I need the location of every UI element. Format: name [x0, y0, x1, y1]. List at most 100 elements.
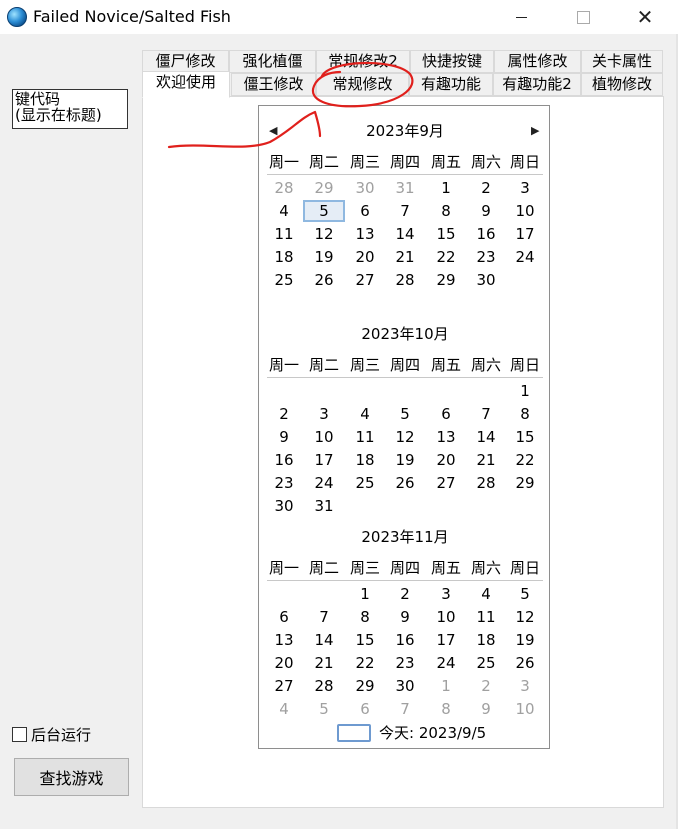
tab-attribute-modify[interactable]: 属性修改: [494, 50, 581, 73]
day-cell[interactable]: 17: [426, 630, 466, 650]
day-cell[interactable]: 21: [304, 653, 344, 673]
day-cell[interactable]: 16: [264, 450, 304, 470]
day-cell[interactable]: 25: [264, 270, 304, 290]
day-cell[interactable]: 3: [505, 178, 545, 198]
day-cell[interactable]: 5: [505, 584, 545, 604]
day-cell[interactable]: 1: [426, 178, 466, 198]
day-cell[interactable]: 11: [264, 224, 304, 244]
day-cell[interactable]: 14: [466, 427, 506, 447]
today-link[interactable]: 今天: 2023/9/5: [337, 722, 486, 743]
tab-general-modify[interactable]: 常规修改: [316, 73, 409, 96]
day-cell[interactable]: 12: [385, 427, 425, 447]
day-cell[interactable]: 13: [345, 224, 385, 244]
day-cell[interactable]: 7: [466, 404, 506, 424]
day-cell[interactable]: 8: [345, 607, 385, 627]
day-cell[interactable]: 6: [264, 607, 304, 627]
day-cell[interactable]: 30: [264, 496, 304, 516]
day-cell[interactable]: 26: [385, 473, 425, 493]
minimize-button[interactable]: [498, 0, 544, 34]
background-run-checkbox[interactable]: [12, 727, 27, 742]
day-cell[interactable]: 4: [345, 404, 385, 424]
tab-plant-modify[interactable]: 植物修改: [581, 73, 663, 96]
day-cell[interactable]: 19: [304, 247, 344, 267]
day-cell[interactable]: 21: [385, 247, 425, 267]
day-cell[interactable]: 29: [304, 178, 344, 198]
day-cell[interactable]: 27: [426, 473, 466, 493]
day-cell[interactable]: 5: [304, 699, 344, 719]
day-cell[interactable]: 9: [385, 607, 425, 627]
tab-fun-features-2[interactable]: 有趣功能2: [493, 73, 581, 96]
day-cell[interactable]: 31: [304, 496, 344, 516]
day-cell[interactable]: 24: [304, 473, 344, 493]
day-cell[interactable]: 16: [385, 630, 425, 650]
day-cell[interactable]: 3: [426, 584, 466, 604]
day-cell[interactable]: 20: [264, 653, 304, 673]
day-cell[interactable]: 3: [304, 404, 344, 424]
day-cell[interactable]: 9: [466, 201, 506, 221]
day-cell[interactable]: 24: [426, 653, 466, 673]
day-cell[interactable]: 10: [426, 607, 466, 627]
day-cell[interactable]: 8: [505, 404, 545, 424]
day-cell[interactable]: 11: [345, 427, 385, 447]
day-cell[interactable]: 23: [466, 247, 506, 267]
day-cell[interactable]: 19: [385, 450, 425, 470]
day-cell[interactable]: 8: [426, 699, 466, 719]
day-cell[interactable]: 28: [466, 473, 506, 493]
tab-level-attributes[interactable]: 关卡属性: [581, 50, 663, 73]
day-cell[interactable]: 18: [466, 630, 506, 650]
tab-enhance-plants-zombies[interactable]: 强化植僵: [229, 50, 316, 73]
day-cell[interactable]: 19: [505, 630, 545, 650]
day-cell[interactable]: 20: [345, 247, 385, 267]
tab-welcome[interactable]: 欢迎使用: [142, 71, 230, 98]
day-cell[interactable]: 24: [505, 247, 545, 267]
maximize-button[interactable]: [560, 0, 606, 34]
day-cell[interactable]: 14: [385, 224, 425, 244]
day-cell[interactable]: 21: [466, 450, 506, 470]
day-cell[interactable]: 18: [345, 450, 385, 470]
day-cell[interactable]: 15: [345, 630, 385, 650]
day-cell[interactable]: 27: [264, 676, 304, 696]
background-run-toggle[interactable]: 后台运行: [12, 724, 91, 745]
day-cell[interactable]: 29: [505, 473, 545, 493]
day-cell[interactable]: 23: [385, 653, 425, 673]
day-cell[interactable]: 25: [466, 653, 506, 673]
hotkey-code-box[interactable]: 键代码 (显示在标题): [12, 89, 128, 129]
day-cell[interactable]: 29: [345, 676, 385, 696]
find-game-button[interactable]: 查找游戏: [14, 758, 129, 796]
day-cell[interactable]: 11: [466, 607, 506, 627]
day-cell[interactable]: 17: [505, 224, 545, 244]
day-cell[interactable]: 23: [264, 473, 304, 493]
day-cell[interactable]: 3: [505, 676, 545, 696]
tab-zombie-modify[interactable]: 僵尸修改: [142, 50, 229, 73]
day-cell[interactable]: 28: [264, 178, 304, 198]
day-cell[interactable]: 30: [466, 270, 506, 290]
day-cell[interactable]: 12: [304, 224, 344, 244]
day-cell[interactable]: 25: [345, 473, 385, 493]
day-cell[interactable]: 9: [466, 699, 506, 719]
day-cell[interactable]: 27: [345, 270, 385, 290]
day-cell[interactable]: 14: [304, 630, 344, 650]
day-cell[interactable]: 2: [466, 676, 506, 696]
day-cell[interactable]: 10: [505, 699, 545, 719]
day-cell[interactable]: 13: [264, 630, 304, 650]
day-cell[interactable]: 4: [264, 201, 304, 221]
day-cell[interactable]: 1: [505, 381, 545, 401]
close-button[interactable]: ✕: [622, 0, 668, 34]
day-cell[interactable]: 2: [466, 178, 506, 198]
tab-hotkeys[interactable]: 快捷按键: [410, 50, 494, 73]
day-cell[interactable]: 31: [385, 178, 425, 198]
day-cell[interactable]: 6: [426, 404, 466, 424]
day-cell[interactable]: 12: [505, 607, 545, 627]
day-cell[interactable]: 6: [345, 201, 385, 221]
day-cell[interactable]: 26: [505, 653, 545, 673]
day-cell[interactable]: 2: [264, 404, 304, 424]
day-cell[interactable]: 4: [466, 584, 506, 604]
day-cell[interactable]: 20: [426, 450, 466, 470]
day-cell[interactable]: 28: [385, 270, 425, 290]
day-cell[interactable]: 22: [345, 653, 385, 673]
day-cell[interactable]: 13: [426, 427, 466, 447]
day-cell[interactable]: 30: [345, 178, 385, 198]
day-cell[interactable]: 4: [264, 699, 304, 719]
tab-zombie-king-modify[interactable]: 僵王修改: [231, 73, 316, 96]
day-cell[interactable]: 16: [466, 224, 506, 244]
